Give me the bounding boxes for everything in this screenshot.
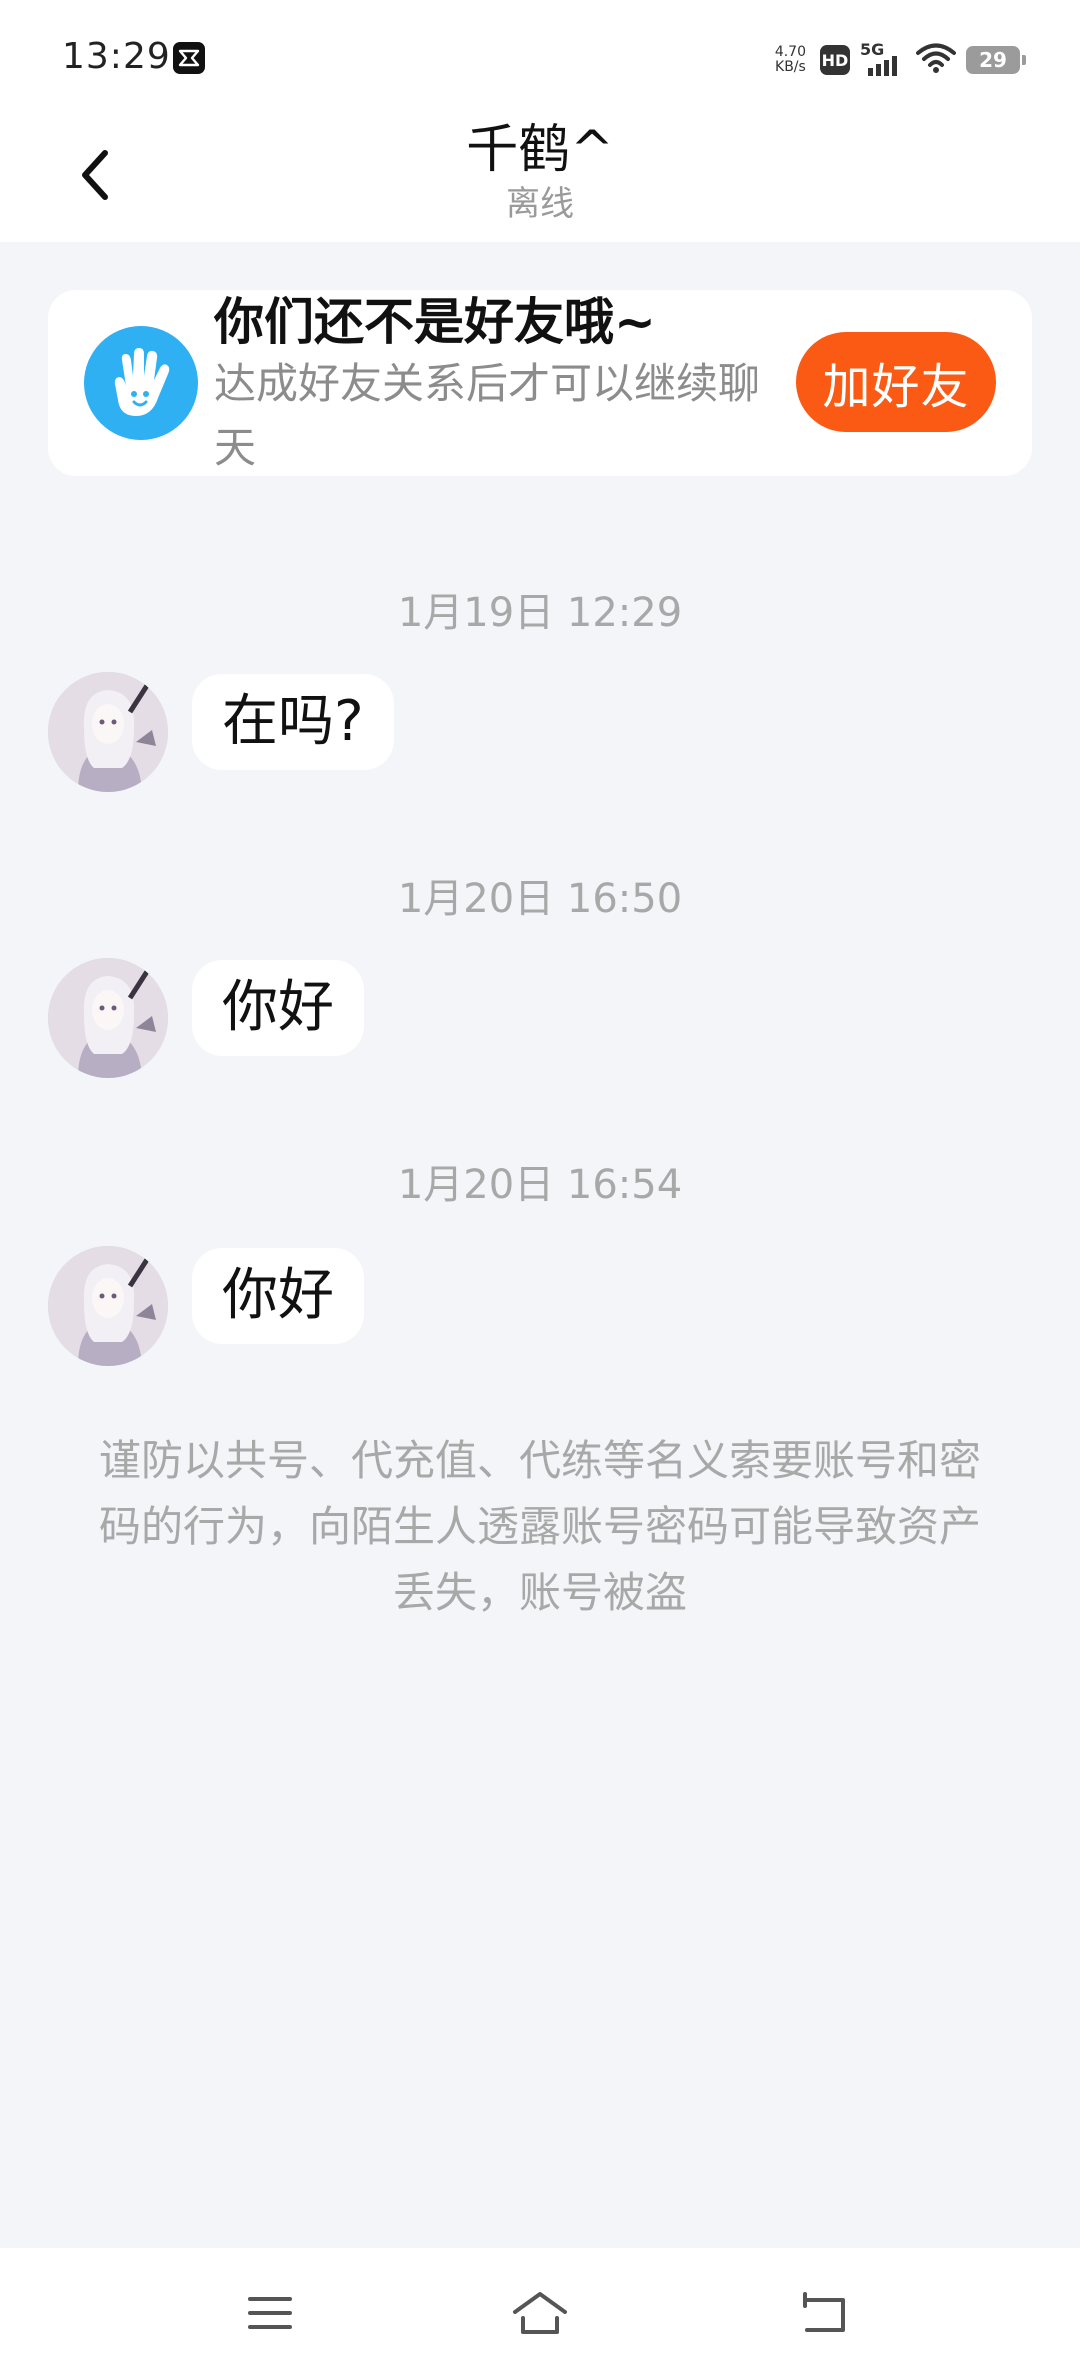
wifi-icon bbox=[916, 42, 956, 78]
avatar[interactable] bbox=[48, 672, 168, 792]
hand-icon bbox=[84, 326, 198, 440]
back-nav-button[interactable] bbox=[790, 2278, 860, 2348]
battery-icon: 29 bbox=[966, 46, 1026, 74]
message-bubble[interactable]: 在吗? bbox=[192, 674, 394, 770]
system-nav-bar bbox=[0, 2248, 1080, 2376]
avatar[interactable] bbox=[48, 958, 168, 1078]
add-friend-button[interactable]: 加好友 bbox=[796, 332, 996, 432]
capcut-app-icon bbox=[173, 42, 205, 74]
banner-title: 你们还不是好友哦~ bbox=[214, 293, 656, 351]
contact-name[interactable]: 千鹤^ bbox=[0, 118, 1080, 182]
status-bar: 13:29 4.70 KB/s HD 5G 29 bbox=[0, 0, 1080, 118]
security-warning: 谨防以共号、代充值、代练等名义索要账号和密码的行为，向陌生人透露账号密码可能导致… bbox=[98, 1436, 981, 1617]
home-icon bbox=[513, 2292, 567, 2334]
banner-description: 达成好友关系后才可以继续聊天 bbox=[214, 359, 761, 472]
back-nav-icon bbox=[803, 2292, 845, 2332]
menu-button[interactable] bbox=[235, 2278, 305, 2348]
message-timestamp: 1月19日 12:29 bbox=[397, 590, 683, 636]
top-area: 13:29 4.70 KB/s HD 5G 29 千鹤^ 离线 bbox=[0, 0, 1080, 242]
message-bubble[interactable]: 你好 bbox=[192, 960, 364, 1056]
hd-icon: HD bbox=[820, 45, 850, 75]
chat-header: 千鹤^ 离线 bbox=[0, 118, 1080, 242]
message-bubble[interactable]: 你好 bbox=[192, 1248, 364, 1344]
home-button[interactable] bbox=[505, 2278, 575, 2348]
network-speed: 4.70 KB/s bbox=[775, 45, 806, 75]
not-friends-banner: 你们还不是好友哦~ 达成好友关系后才可以继续聊天 加好友 bbox=[48, 290, 1032, 476]
menu-icon bbox=[248, 2297, 292, 2329]
message-timestamp: 1月20日 16:54 bbox=[397, 1162, 683, 1208]
avatar[interactable] bbox=[48, 1246, 168, 1366]
signal-icon: 5G bbox=[860, 40, 906, 78]
message-timestamp: 1月20日 16:50 bbox=[397, 876, 683, 922]
online-status: 离线 bbox=[506, 184, 574, 224]
battery-level: 29 bbox=[979, 48, 1007, 72]
speed-unit: KB/s bbox=[775, 59, 806, 75]
status-indicators: 4.70 KB/s HD 5G 29 bbox=[775, 40, 1026, 80]
status-time: 13:29 bbox=[62, 36, 171, 77]
speed-value: 4.70 bbox=[774, 44, 806, 60]
